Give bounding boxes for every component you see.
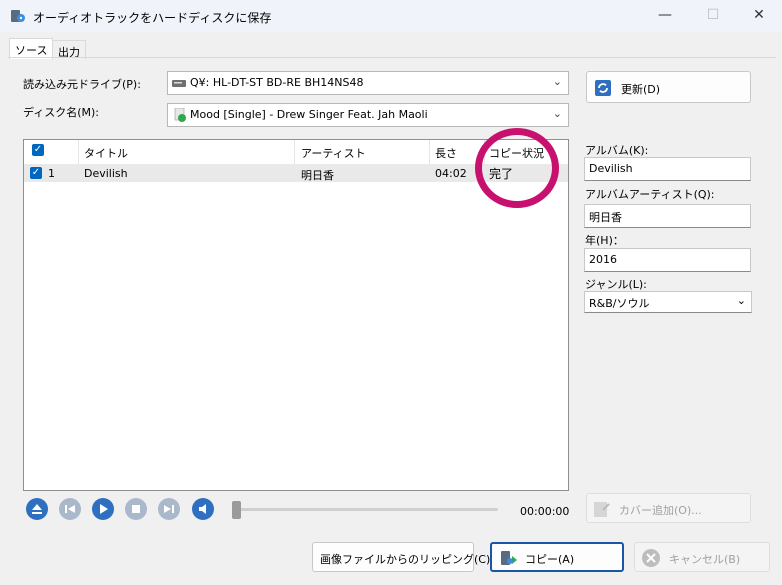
column-divider xyxy=(429,140,430,164)
seek-track[interactable] xyxy=(236,508,498,511)
refresh-label: 更新(D) xyxy=(621,83,661,96)
add-cover-label: カバー追加(O)... xyxy=(619,504,702,517)
column-artist[interactable]: アーティスト xyxy=(301,145,366,161)
album-field[interactable]: Devilish xyxy=(584,157,751,181)
disc-icon xyxy=(173,107,187,122)
seek-thumb[interactable] xyxy=(232,501,241,519)
album-label: アルバム(K): xyxy=(585,144,649,157)
minimize-button[interactable]: — xyxy=(642,0,688,32)
disc-label: ディスク名(M): xyxy=(23,106,100,119)
drive-icon xyxy=(172,77,186,89)
column-divider xyxy=(294,140,295,164)
next-track-icon[interactable] xyxy=(158,498,180,520)
cancel-label: キャンセル(B) xyxy=(669,553,741,566)
refresh-button[interactable]: 更新(D) xyxy=(586,71,751,103)
year-field[interactable]: 2016 xyxy=(584,248,751,272)
stop-icon[interactable] xyxy=(125,498,147,520)
window-title: オーディオトラックをハードディスクに保存 xyxy=(33,11,272,25)
track-checkbox[interactable]: ✓ xyxy=(30,167,42,179)
tab-divider xyxy=(8,57,776,58)
disc-select[interactable]: Mood [Single] - Drew Singer Feat. Jah Ma… xyxy=(167,103,569,127)
eject-icon[interactable] xyxy=(26,498,48,520)
column-title[interactable]: タイトル xyxy=(84,145,128,161)
column-divider xyxy=(78,140,79,164)
year-label: 年(H)： xyxy=(585,234,624,247)
close-button[interactable]: ✕ xyxy=(736,0,782,32)
chevron-down-icon: ⌄ xyxy=(736,294,746,307)
chevron-down-icon: ⌄ xyxy=(552,107,562,120)
track-length: 04:02 xyxy=(435,167,467,180)
album-artist-label: アルバムアーティスト(Q): xyxy=(585,188,715,201)
chevron-down-icon: ⌄ xyxy=(552,75,562,88)
app-icon xyxy=(10,8,26,24)
tab-source-label: ソース xyxy=(15,44,48,57)
rip-from-image-button[interactable]: 画像ファイルからのリッピング(C) xyxy=(312,542,490,572)
genre-select[interactable]: R&B/ソウル ⌄ xyxy=(584,291,752,313)
disc-value: Mood [Single] - Drew Singer Feat. Jah Ma… xyxy=(190,108,428,121)
track-number: 1 xyxy=(48,167,55,180)
copy-icon xyxy=(499,548,519,568)
play-icon[interactable] xyxy=(92,498,114,520)
track-title: Devilish xyxy=(84,167,128,180)
genre-value: R&B/ソウル xyxy=(589,297,650,310)
cancel-icon xyxy=(641,548,661,568)
rip-from-image-label: 画像ファイルからのリッピング(C) xyxy=(320,553,491,566)
add-cover-button[interactable]: カバー追加(O)... xyxy=(586,493,751,523)
copy-label: コピー(A) xyxy=(525,553,575,566)
drive-label: 読み込み元ドライブ(P): xyxy=(23,78,141,91)
select-all-checkbox[interactable]: ✓ xyxy=(32,144,44,156)
track-artist: 明日香 xyxy=(301,169,334,182)
column-length[interactable]: 長さ xyxy=(435,145,457,161)
highlight-circle xyxy=(475,128,559,208)
drive-select[interactable]: Q¥: HL-DT-ST BD-RE BH14NS48 ⌄ xyxy=(167,71,569,95)
album-artist-field[interactable]: 明日香 xyxy=(584,204,751,228)
playback-time: 00:00:00 xyxy=(520,505,570,518)
drive-value: Q¥: HL-DT-ST BD-RE BH14NS48 xyxy=(190,76,364,89)
image-icon xyxy=(593,500,611,518)
genre-label: ジャンル(L): xyxy=(585,278,647,291)
copy-button[interactable]: コピー(A) xyxy=(490,542,624,572)
refresh-icon xyxy=(594,79,612,97)
cancel-button[interactable]: キャンセル(B) xyxy=(634,542,770,572)
maximize-button[interactable]: ☐ xyxy=(690,0,736,32)
volume-icon[interactable] xyxy=(192,498,214,520)
previous-track-icon[interactable] xyxy=(59,498,81,520)
tab-source[interactable]: ソース xyxy=(9,38,54,59)
